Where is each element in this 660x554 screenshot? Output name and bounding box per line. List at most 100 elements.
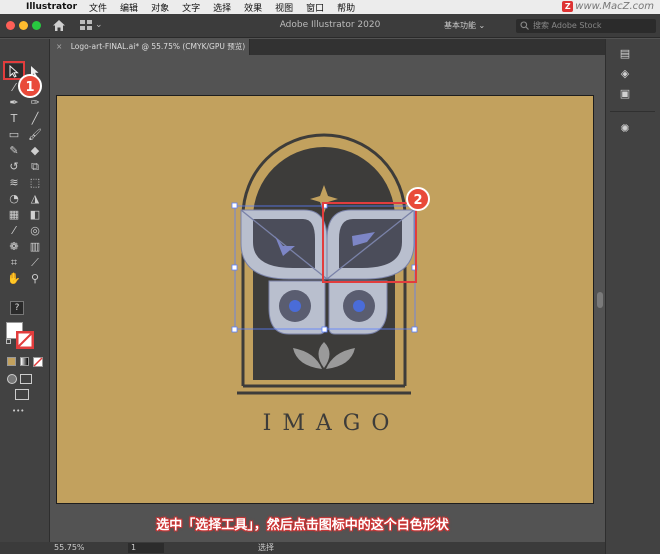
type-icon: T [10, 112, 18, 125]
color-mode-button[interactable] [7, 357, 16, 366]
layers-panel-icon[interactable]: ◈ [618, 67, 632, 81]
scale-tool[interactable]: ⧉ [26, 160, 44, 174]
appearance-panel-icon[interactable]: ✺ [618, 122, 632, 136]
screen-mode-icon[interactable] [15, 389, 29, 400]
app-titlebar: ⌄ Adobe Illustrator 2020 基本功能 ⌄ 搜索 Adobe… [0, 14, 660, 38]
menu-effect[interactable]: 效果 [244, 1, 262, 14]
stock-search-input[interactable]: 搜索 Adobe Stock [516, 19, 656, 33]
column-graph-tool[interactable]: ▥ [26, 240, 44, 254]
document-tab[interactable]: × Logo-art-FINAL.ai* @ 55.75% (CMYK/GPU … [50, 39, 250, 55]
menu-select[interactable]: 选择 [213, 1, 231, 14]
eraser-icon: ◆ [30, 144, 40, 157]
menu-window[interactable]: 窗口 [306, 1, 324, 14]
watermark-logo-icon: Z [562, 1, 574, 12]
handle-bottom-middle [321, 326, 328, 333]
document-tabbar: × Logo-art-FINAL.ai* @ 55.75% (CMYK/GPU … [50, 39, 605, 55]
handle-bottom-left [231, 326, 238, 333]
workspace-chevron-icon: ⌄ [478, 21, 486, 30]
gradient-mode-button[interactable] [20, 357, 29, 366]
blend-tool[interactable]: ◎ [26, 224, 44, 238]
target-shape-highlight [322, 202, 417, 283]
artboard-tool[interactable]: ⌗ [5, 256, 23, 270]
line-tool[interactable]: ╱ [26, 112, 44, 126]
line-segment-icon: ╱ [31, 112, 39, 125]
menu-object[interactable]: 对象 [151, 1, 169, 14]
symbol-sprayer-icon: ❁ [9, 240, 19, 253]
slice-tool[interactable]: ⟋ [26, 256, 44, 270]
free-transform-tool[interactable]: ⬚ [26, 176, 44, 190]
free-transform-icon: ⬚ [29, 176, 41, 189]
menu-app-name[interactable]: Illustrator [26, 2, 77, 12]
gradient-icon: ◧ [29, 208, 41, 221]
rotate-icon: ↺ [9, 160, 19, 173]
lower-left-eye [289, 300, 301, 312]
rotate-tool[interactable]: ↺ [5, 160, 23, 174]
fill-stroke-widget[interactable] [6, 322, 36, 350]
lower-right-eye [353, 300, 365, 312]
more-tools-icon[interactable]: ••• [12, 407, 24, 415]
shaper-tool[interactable]: ✎ [5, 144, 23, 158]
illustrator-window: { "menubar": { "app_name": "Illustrator"… [0, 0, 660, 554]
step-2-badge: 2 [406, 187, 430, 211]
workspace-switcher[interactable]: 基本功能 ⌄ [444, 20, 485, 31]
panel-divider [610, 111, 655, 112]
menu-edit[interactable]: 编辑 [120, 1, 138, 14]
menu-view[interactable]: 视图 [275, 1, 293, 14]
curvature-tool[interactable]: ✑ [26, 96, 44, 110]
shape-builder-tool[interactable]: ◔ [5, 192, 23, 206]
mesh-icon: ▦ [8, 208, 20, 221]
menu-type[interactable]: 文字 [182, 1, 200, 14]
paintbrush-tool[interactable]: 🖌 [26, 128, 44, 142]
question-mark-label: ? [14, 303, 20, 313]
paintbrush-icon: 🖌 [28, 128, 42, 141]
eyedropper-icon: ⁄ [13, 224, 15, 237]
perspective-grid-icon: ◮ [30, 192, 40, 205]
none-mode-button[interactable] [33, 357, 43, 367]
canvas-area[interactable]: IMAGO [50, 55, 605, 539]
symbol-sprayer-tool[interactable]: ❁ [5, 240, 23, 254]
draw-mode-icon[interactable] [7, 374, 17, 384]
handle-middle-left [231, 264, 238, 271]
rectangle-icon: ▭ [8, 128, 20, 141]
zoom-tool[interactable]: ⚲ [26, 272, 44, 286]
perspective-grid-tool[interactable]: ◮ [26, 192, 44, 206]
logo-artwork [231, 133, 418, 395]
right-panel-dock: ▤ ◈ ▣ ✺ [605, 39, 660, 554]
libraries-panel-icon[interactable]: ▣ [618, 87, 632, 101]
mesh-tool[interactable]: ▦ [5, 208, 23, 222]
stroke-swatch[interactable] [16, 331, 34, 349]
close-tab-icon[interactable]: × [56, 42, 62, 51]
scale-icon: ⧉ [31, 160, 39, 173]
edit-toolbar-button[interactable]: ? [10, 301, 24, 315]
width-tool[interactable]: ≋ [5, 176, 23, 190]
step-1-badge: 1 [18, 74, 42, 98]
gradient-tool[interactable]: ◧ [26, 208, 44, 222]
pen-tool[interactable]: ✒ [5, 96, 23, 110]
search-placeholder: 搜索 Adobe Stock [533, 21, 602, 30]
hand-tool[interactable]: ✋ [5, 272, 23, 286]
watermark-text: www.MacZ.com [575, 1, 654, 12]
type-tool[interactable]: T [5, 112, 23, 126]
bar-graph-icon: ▥ [29, 240, 41, 253]
current-tool-label: 选择 [258, 543, 274, 552]
eraser-tool[interactable]: ◆ [26, 144, 44, 158]
document-tab-label: Logo-art-FINAL.ai* @ 55.75% (CMYK/GPU 预览… [70, 42, 246, 51]
vertical-scrollbar-thumb[interactable] [597, 292, 603, 308]
width-icon: ≋ [9, 176, 19, 189]
default-colors-icon[interactable] [6, 339, 11, 344]
menu-file[interactable]: 文件 [89, 1, 107, 14]
brand-text: IMAGO [262, 411, 401, 436]
properties-panel-icon[interactable]: ▤ [618, 47, 632, 61]
zoom-level[interactable]: 55.75% [54, 542, 85, 554]
watermark: Z www.MacZ.com [562, 1, 654, 12]
artboard-number-field[interactable]: 1 [128, 543, 164, 553]
handle-bottom-right [411, 326, 418, 333]
drawing-mode-icon[interactable] [20, 374, 32, 384]
tools-panel: ⁄ ✒ ✑ T ╱ ▭ 🖌 ✎ ◆ ↺ ⧉ ≋ ⬚ ◔ ◮ ▦ ◧ ⁄ ◎ ❁ … [0, 39, 50, 544]
menu-help[interactable]: 帮助 [337, 1, 355, 14]
handle-top-left [231, 202, 238, 209]
rectangle-tool[interactable]: ▭ [5, 128, 23, 142]
artboard[interactable]: IMAGO [56, 95, 594, 504]
eyedropper-tool[interactable]: ⁄ [5, 224, 23, 238]
shaper-icon: ✎ [9, 144, 19, 157]
